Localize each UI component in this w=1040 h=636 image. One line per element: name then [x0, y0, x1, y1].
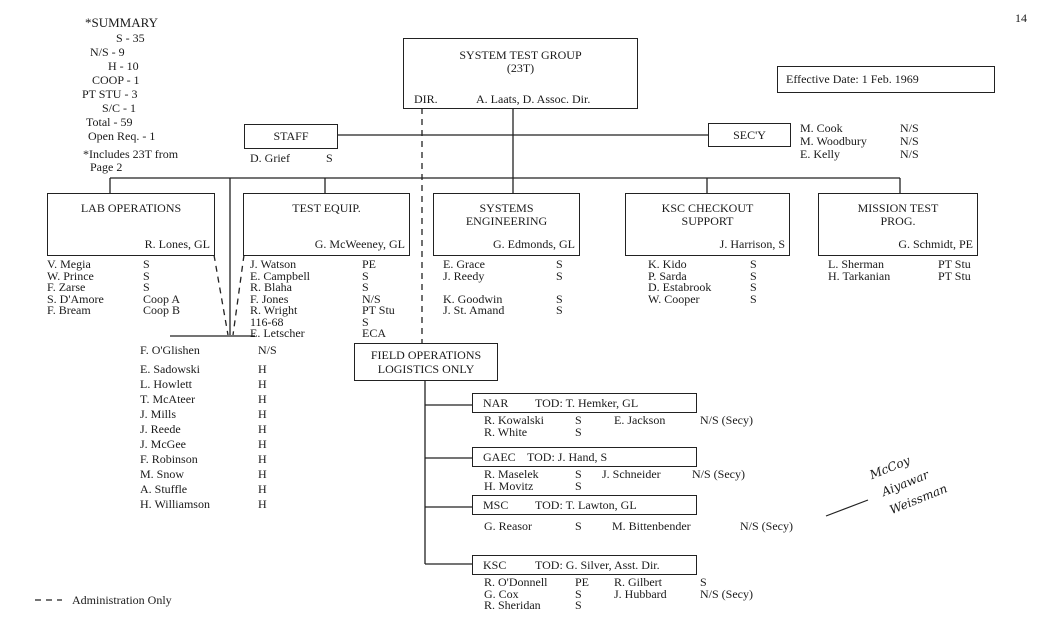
handwritten-stroke [825, 499, 869, 517]
